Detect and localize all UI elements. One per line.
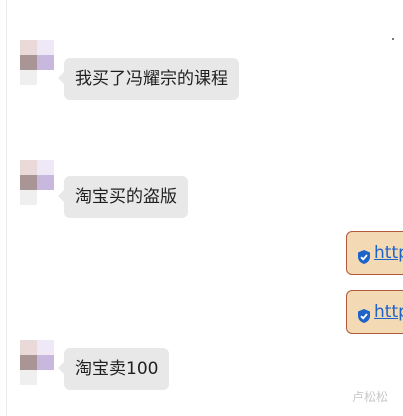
message-text: 我买了冯耀宗的课程 — [75, 69, 228, 89]
avatar[interactable] — [20, 340, 54, 400]
shield-check-icon — [358, 309, 370, 323]
message-text: 淘宝买的盗版 — [75, 187, 177, 207]
avatar[interactable] — [20, 160, 54, 220]
left-divider — [6, 0, 7, 416]
corner-dot — [392, 38, 394, 40]
message-link[interactable]: http — [374, 243, 403, 263]
avatar[interactable] — [20, 40, 54, 100]
link-message-bubble[interactable]: http — [346, 290, 403, 334]
message-text: 淘宝卖100 — [75, 359, 159, 379]
message-link[interactable]: http — [374, 302, 403, 322]
message-bubble[interactable]: 我买了冯耀宗的课程 — [58, 58, 239, 100]
message-bubble[interactable]: 淘宝买的盗版 — [58, 176, 188, 218]
watermark: 卢松松 — [352, 390, 389, 404]
message-bubble[interactable]: 淘宝卖100 — [57, 348, 170, 390]
shield-check-icon — [358, 250, 370, 264]
link-message-bubble[interactable]: http — [346, 231, 403, 275]
